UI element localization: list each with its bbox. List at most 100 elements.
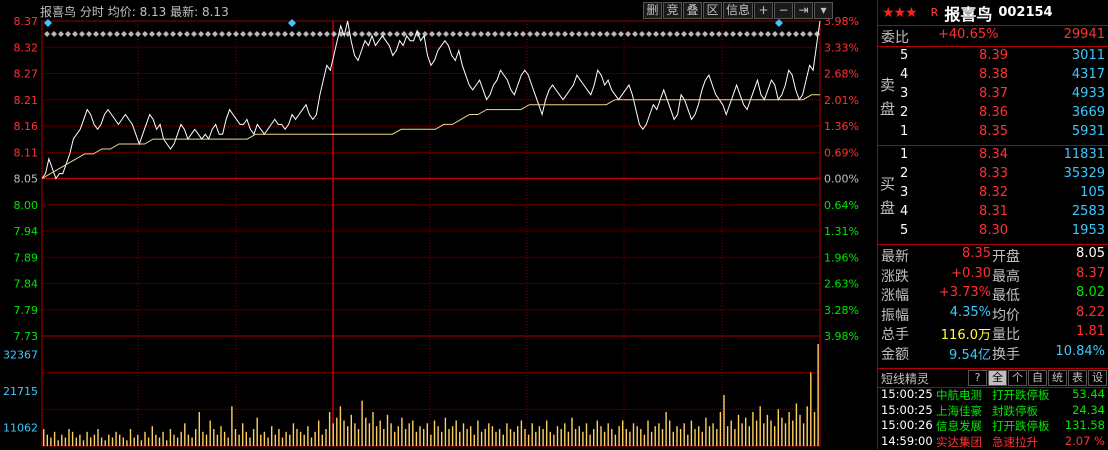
volume-bar <box>745 417 747 446</box>
band-diamond <box>163 31 169 37</box>
band-diamond <box>450 31 456 37</box>
alert-row[interactable]: 15:00:26 信息发展 打开跌停板 131.58 <box>878 418 1108 434</box>
volume-bar <box>307 426 309 446</box>
buy-price: 8.34 <box>979 147 1008 162</box>
sell-row: 3 8.37 4933 <box>878 85 1108 104</box>
level: 4 <box>900 67 909 82</box>
volume-bar <box>191 437 193 446</box>
volume-bar <box>567 431 570 446</box>
stat-value: 8.35 <box>962 246 991 261</box>
buy-row: 3 8.32 105 <box>878 184 1108 203</box>
band-diamond <box>79 31 85 37</box>
band-diamond <box>240 31 246 37</box>
volume-bar <box>169 429 172 446</box>
band-diamond <box>709 31 715 37</box>
zoom-in-button[interactable]: + <box>754 2 774 19</box>
stat-row: 总手 116.0万 量比 1.81 <box>878 323 1108 343</box>
band-diamond <box>807 31 813 37</box>
band-diamond <box>184 31 190 37</box>
range-button[interactable]: 区 <box>703 2 722 19</box>
volume-bar <box>379 420 381 446</box>
price-tick-label: 7.84 <box>14 278 39 291</box>
band-diamond <box>555 31 561 37</box>
delete-button[interactable]: 删 <box>643 2 662 19</box>
filter-tab[interactable]: 全 <box>988 370 1007 386</box>
tabs-title: 短线精灵 <box>881 371 930 386</box>
volume-tick-label: 21715 <box>3 385 38 398</box>
buy-row: 1 8.34 11831 <box>878 146 1108 165</box>
volume-bar <box>676 426 678 446</box>
band-diamond <box>394 31 400 37</box>
volume-bar <box>245 431 247 446</box>
limit-band-markers <box>44 31 820 37</box>
band-diamond <box>478 31 484 37</box>
filter-tab[interactable]: 设 <box>1088 370 1107 386</box>
filter-tab[interactable]: 统 <box>1048 370 1067 386</box>
stat-value: 116.0万 <box>940 328 991 343</box>
menu-dropdown-button[interactable]: ▾ <box>814 2 834 19</box>
volume-bar <box>802 423 805 446</box>
chart-header: 报喜鸟 分时 均价: 8.13 最新: 8.13 <box>40 3 229 20</box>
band-diamond <box>86 31 92 37</box>
intraday-chart-area[interactable]: 8.37 8.32 8.27 8.21 8.16 8.11 8.05 8.00 7.94 7.89… <box>0 0 876 449</box>
band-diamond <box>254 31 260 37</box>
alert-value: 53.44 <box>1072 387 1105 401</box>
volume-bar <box>375 426 378 446</box>
volume-bar <box>792 420 794 446</box>
stat-value: +3.73% <box>938 285 991 300</box>
band-diamond <box>422 31 428 37</box>
info-button[interactable]: 信息 <box>723 2 754 19</box>
filter-tab[interactable]: 个 <box>1008 370 1027 386</box>
stat-value: 4.35% <box>949 304 991 320</box>
buy-price: 8.33 <box>979 166 1008 181</box>
level: 1 <box>900 124 909 139</box>
alert-row[interactable]: 15:00:25 中航电测 打开跌停板 53.44 <box>878 387 1108 403</box>
intraday-chart[interactable]: 8.37 8.32 8.27 8.21 8.16 8.11 8.05 8.00 7.94 7.89… <box>0 0 876 449</box>
band-diamond <box>506 31 512 37</box>
level: 1 <box>900 147 909 162</box>
alert-row[interactable]: 14:59:00 实达集团 急速拉升 2.07 % <box>878 434 1108 450</box>
pct-tick-label: 3.33% <box>824 41 859 54</box>
volume-bar <box>71 431 74 446</box>
volume-bar <box>223 431 226 446</box>
volume-bar <box>386 414 389 446</box>
filter-tab[interactable]: 表 <box>1068 370 1087 386</box>
volume-bar <box>517 426 519 446</box>
zoom-out-button[interactable]: − <box>774 2 794 19</box>
volume-bar <box>68 429 70 446</box>
volume-bar <box>397 426 399 446</box>
sell-row: 5 8.39 3011 <box>878 47 1108 66</box>
band-diamond <box>527 31 533 37</box>
volume-bar <box>658 423 660 446</box>
alert-time: 14:59:00 <box>881 433 933 448</box>
volume-bar <box>325 429 327 446</box>
volume-bar <box>53 431 56 446</box>
alert-row[interactable]: 15:00:25 上海佳豪 封跌停板 24.34 <box>878 403 1108 419</box>
band-diamond <box>667 31 673 37</box>
stat-label: 振幅 <box>881 307 909 324</box>
stat-value: 8.05 <box>1076 246 1105 261</box>
sell-price: 8.36 <box>979 105 1008 120</box>
jump-end-button[interactable]: ⇥ <box>794 2 814 19</box>
volume-bar <box>781 417 783 446</box>
stat-label: 最新 <box>881 249 909 265</box>
volume-bar <box>817 344 819 446</box>
volume-bar <box>774 426 776 446</box>
volume-bar <box>50 437 52 446</box>
filter-tab[interactable]: ? <box>968 370 987 386</box>
band-diamond <box>772 31 778 37</box>
buy-orders: 1 8.34 11831 2 8.33 35329 3 8.32 105 4 8.31 2583 5 8.… <box>878 146 1108 245</box>
overlay-button[interactable]: 叠 <box>683 2 702 19</box>
volume-bar <box>520 420 523 446</box>
filter-tab[interactable]: 自 <box>1028 370 1047 386</box>
price-tick-label: 8.05 <box>14 173 39 186</box>
short-term-tabs: 短线精灵 ? 全个自统表设 <box>878 368 1108 388</box>
stat-value: 10.84% <box>1055 343 1105 359</box>
weibi-row: 委比 +40.65% 29941 <box>878 26 1108 47</box>
buy-side-label: 买盘 <box>880 175 896 217</box>
sell-volume: 4933 <box>1071 86 1105 101</box>
volume-bar <box>806 406 808 446</box>
band-diamond <box>765 31 771 37</box>
volume-bar <box>383 429 385 446</box>
auction-button[interactable]: 竞 <box>663 2 682 19</box>
